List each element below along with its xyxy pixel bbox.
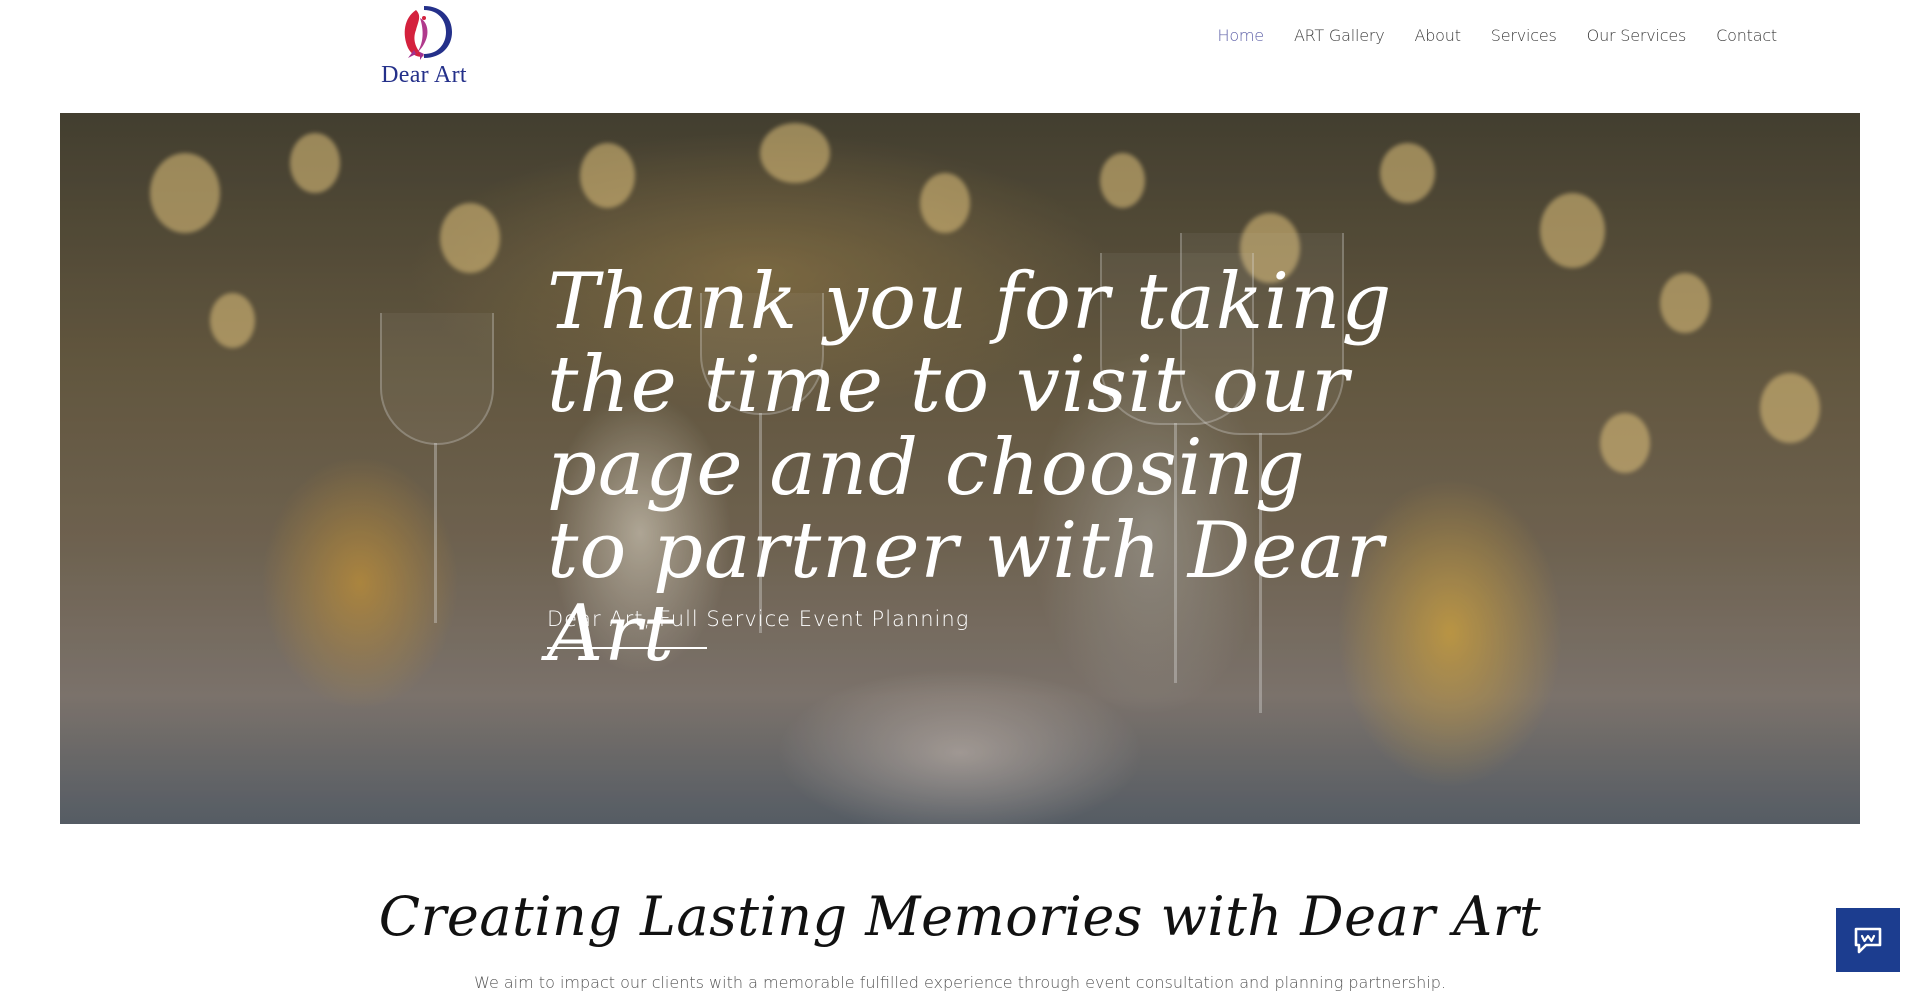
hero-banner: Thank you for taking the time to visit o…	[60, 113, 1860, 824]
hero-subtitle: Dear Art, Full Service Event Planning	[547, 607, 970, 631]
section-description: We aim to impact our clients with a memo…	[474, 973, 1446, 992]
dear-art-logo-icon	[404, 6, 452, 60]
chat-button[interactable]	[1836, 908, 1900, 972]
nav-item-services[interactable]: Services	[1491, 26, 1557, 45]
brand-logo[interactable]: Dear Art	[380, 4, 468, 88]
nav-item-our-services[interactable]: Our Services	[1587, 26, 1687, 45]
hero-divider	[547, 647, 707, 649]
nav-item-art-gallery[interactable]: ART Gallery	[1294, 26, 1385, 45]
nav-item-contact[interactable]: Contact	[1716, 26, 1777, 45]
nav-item-home[interactable]: Home	[1217, 26, 1264, 45]
section-title: Creating Lasting Memories with Dear Art	[378, 885, 1542, 948]
site-header: Dear Art Home ART Gallery About Services…	[0, 0, 1920, 113]
brand-name: Dear Art	[381, 62, 467, 88]
nav-item-about[interactable]: About	[1414, 26, 1461, 45]
main-nav: Home ART Gallery About Services Our Serv…	[1187, 26, 1777, 45]
chat-icon	[1854, 927, 1882, 954]
